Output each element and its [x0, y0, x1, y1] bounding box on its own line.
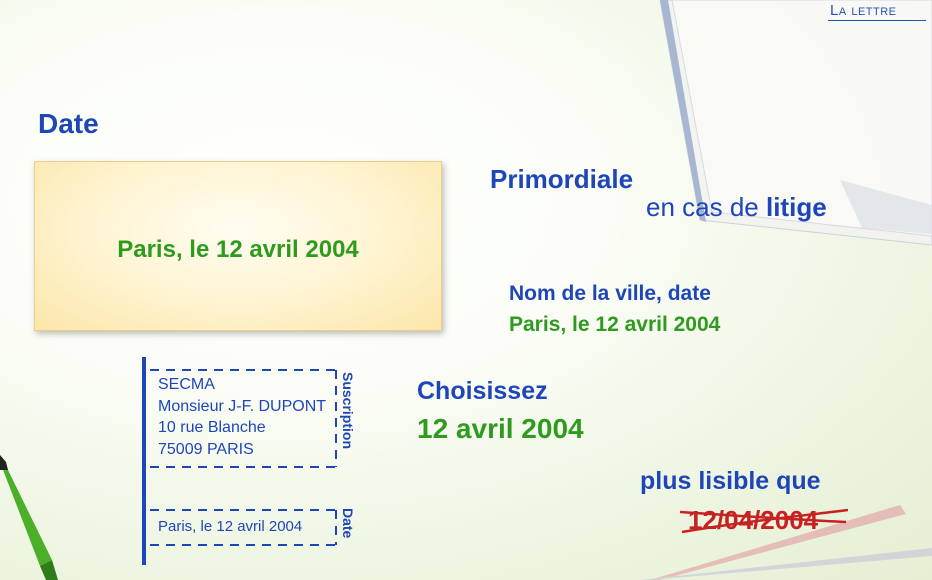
address-line: 10 rue Blanche [158, 419, 266, 436]
address-line: 75009 PARIS [158, 440, 254, 458]
importance-subtext: en cas de litige [646, 192, 827, 223]
importance-subtext-prefix: en cas de [646, 192, 766, 222]
importance-heading: Primordiale [490, 164, 634, 194]
comparison-label: plus lisible que [640, 467, 821, 495]
brand-underline [828, 20, 926, 21]
date-zone-label: Date [340, 508, 356, 539]
date-example-text: Paris, le 12 avril 2004 [117, 236, 359, 263]
choice-value: 12 avril 2004 [417, 413, 584, 444]
brand-label[interactable]: La lettre [830, 2, 897, 19]
choice-label: Choisissez [417, 377, 548, 405]
crossed-out-date: 12/04/2004 [688, 505, 819, 535]
letter-date-line: Paris, le 12 avril 2004 [158, 518, 303, 535]
format-example: Paris, le 12 avril 2004 [509, 313, 721, 336]
date-example-box: Paris, le 12 avril 2004 [34, 161, 442, 331]
letter-margin-line [142, 357, 146, 565]
address-line: SECMA [158, 376, 215, 393]
importance-subtext-emphasis: litige [765, 192, 827, 222]
format-label: Nom de la ville, date [509, 282, 711, 305]
address-line: Monsieur J-F. DUPONT [158, 397, 327, 415]
green-pen-decoration [0, 455, 58, 580]
section-title: Date [38, 108, 99, 139]
suscription-label: Suscription [340, 372, 356, 450]
recipient-address: SECMA Monsieur J-F. DUPONT 10 rue Blanch… [158, 374, 326, 460]
